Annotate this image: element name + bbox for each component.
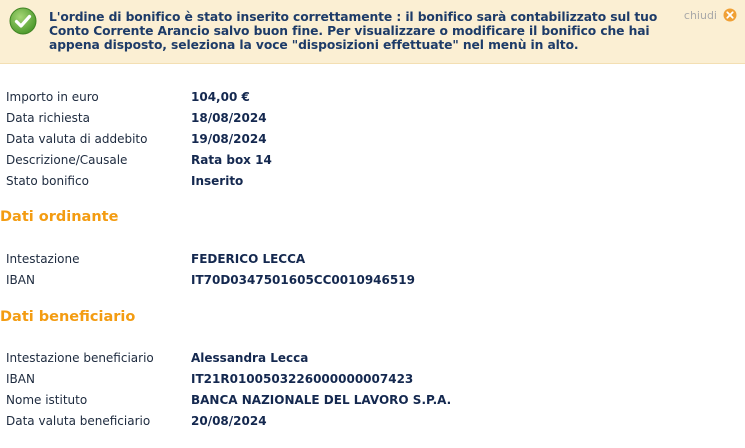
- field-label: IBAN: [6, 372, 35, 386]
- section-title-ordinante: Dati ordinante: [0, 209, 119, 225]
- close-banner-button[interactable]: chiudi: [684, 8, 737, 22]
- field-value: IT70D0347501605CC0010946519: [191, 273, 415, 287]
- check-circle-icon: [9, 7, 37, 35]
- field-label: Intestazione: [6, 252, 80, 266]
- section-title-beneficiario: Dati beneficiario: [0, 309, 136, 325]
- field-label: Intestazione beneficiario: [6, 351, 154, 365]
- field-label: Nome istituto: [6, 393, 88, 407]
- field-label: Data valuta di addebito: [6, 132, 148, 146]
- field-value: 20/08/2024: [191, 414, 267, 428]
- field-value: BANCA NAZIONALE DEL LAVORO S.P.A.: [191, 393, 452, 407]
- success-message: L'ordine di bonifico è stato inserito co…: [49, 10, 658, 52]
- field-label: Data richiesta: [6, 111, 90, 125]
- field-value: Rata box 14: [191, 153, 272, 167]
- field-value: 18/08/2024: [191, 111, 267, 125]
- field-value: Alessandra Lecca: [191, 351, 309, 365]
- field-value: IT21R0100503226000000007423: [191, 372, 414, 386]
- field-label: Data valuta beneficiario: [6, 414, 151, 428]
- field-label: Descrizione/Causale: [6, 153, 128, 167]
- field-value: Inserito: [191, 174, 244, 188]
- field-label: Importo in euro: [6, 90, 99, 104]
- field-value: 104,00 €: [191, 90, 250, 104]
- field-label: IBAN: [6, 273, 35, 287]
- field-label: Stato bonifico: [6, 174, 89, 188]
- success-banner: L'ordine di bonifico è stato inserito co…: [0, 0, 745, 64]
- close-label[interactable]: chiudi: [684, 9, 717, 22]
- field-value: 19/08/2024: [191, 132, 267, 146]
- close-circle-icon[interactable]: [723, 8, 737, 22]
- field-value: FEDERICO LECCA: [191, 252, 306, 266]
